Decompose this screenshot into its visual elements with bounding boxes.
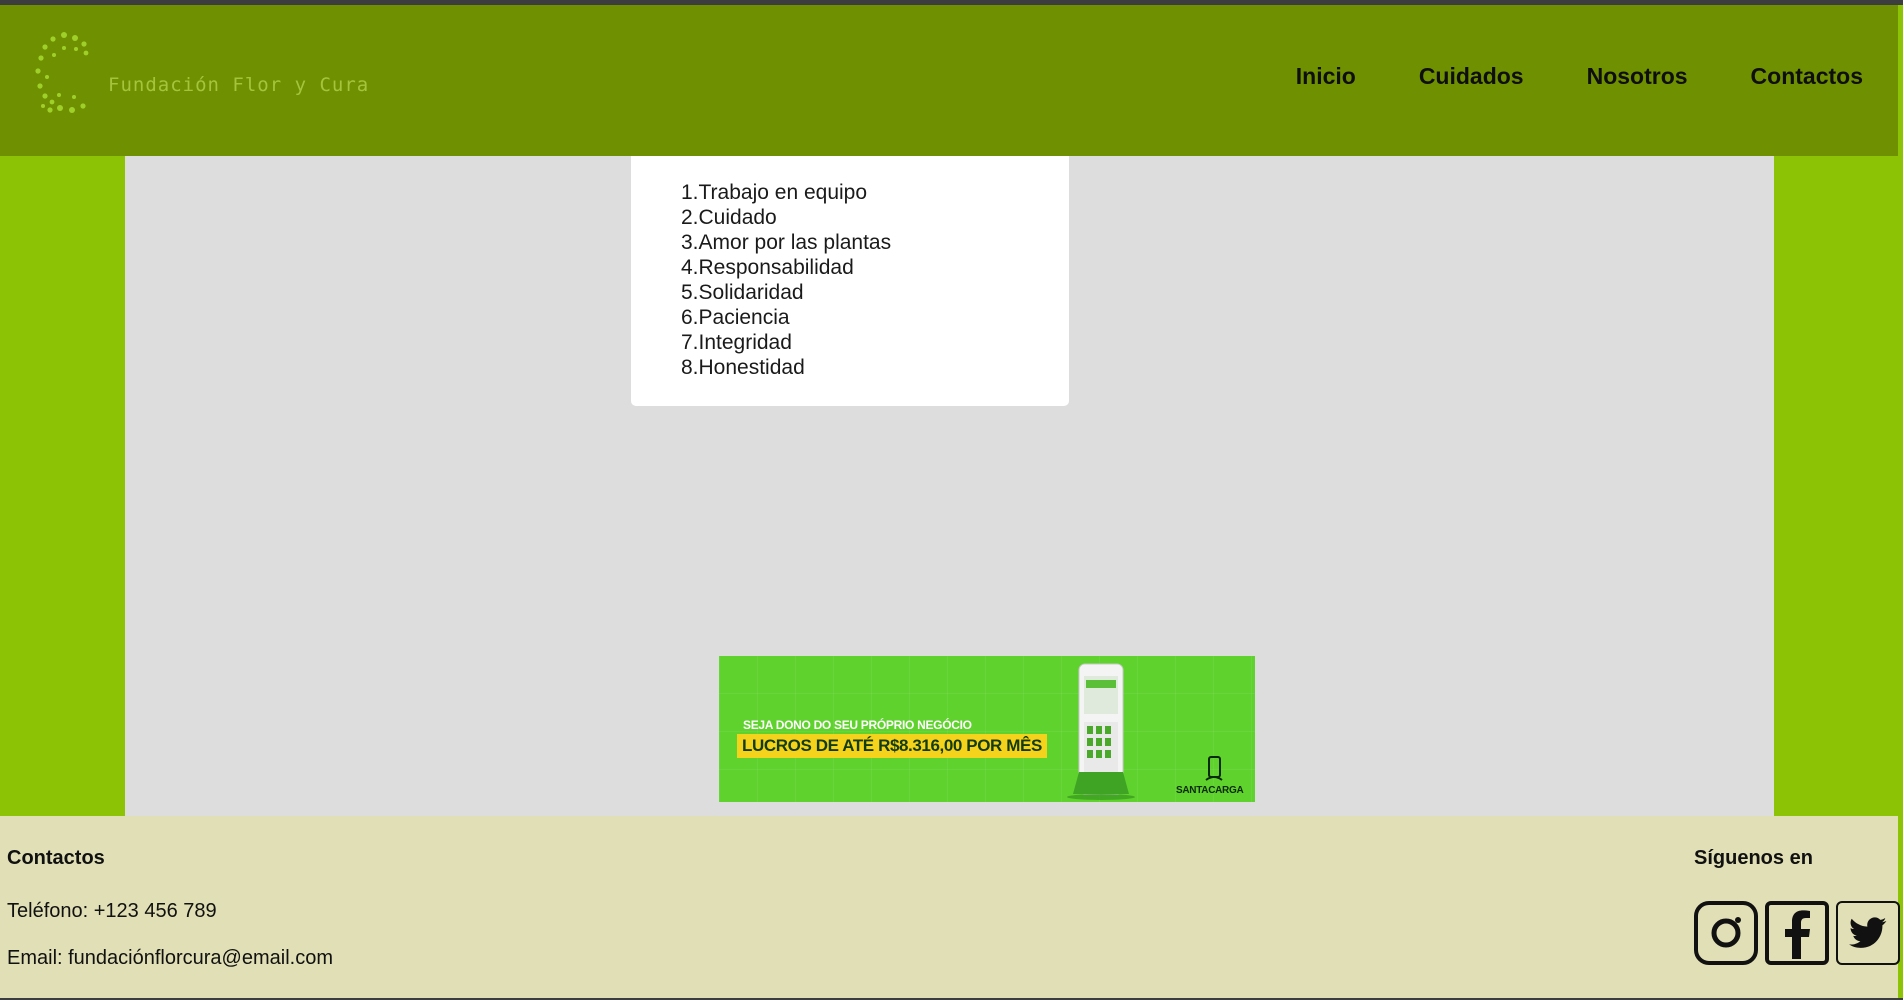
list-item: 8.Honestidad [681, 356, 805, 379]
nav-contactos[interactable]: Contactos [1751, 63, 1863, 90]
kiosk-icon [1067, 663, 1135, 800]
logo-dots-icon [35, 32, 89, 113]
twitter-icon[interactable] [1836, 901, 1900, 965]
list-item: 5.Solidaridad [681, 281, 804, 304]
ad-brand: SANTACARGA [1176, 785, 1244, 796]
ad-banner[interactable]: SEJA DONO DO SEU PRÓPRIO NEGÓCIO LUCROS … [719, 656, 1255, 802]
nav-inicio[interactable]: Inicio [1296, 63, 1356, 90]
ad-headline-big: LUCROS DE ATÉ R$8.316,00 POR MÊS [737, 734, 1047, 758]
site-header: Fundación Flor y Cura Inicio Cuidados No… [0, 5, 1898, 156]
social-title: Síguenos en [1694, 847, 1813, 869]
instagram-icon[interactable] [1694, 901, 1758, 965]
facebook-icon[interactable] [1765, 901, 1829, 965]
logo-text: Fundación Flor y Cura [108, 74, 370, 96]
social-section: Síguenos en [1694, 847, 1900, 965]
values-list: 1.Trabajo en equipo 2.Cuidado 3.Amor por… [631, 156, 1069, 380]
nav-cuidados[interactable]: Cuidados [1419, 63, 1524, 90]
right-border-strip [1898, 156, 1903, 816]
main-nav: Inicio Cuidados Nosotros Contactos [1296, 63, 1863, 90]
footer-contacts-title: Contactos [7, 847, 105, 869]
values-card: 1.Trabajo en equipo 2.Cuidado 3.Amor por… [631, 156, 1069, 406]
ad-headline-small: SEJA DONO DO SEU PRÓPRIO NEGÓCIO [743, 718, 972, 732]
list-item: 7.Integridad [681, 331, 792, 354]
site-logo[interactable]: Fundación Flor y Cura [34, 31, 368, 141]
list-item: 3.Amor por las plantas [681, 231, 892, 254]
list-item: 1.Trabajo en equipo [681, 181, 868, 204]
site-footer: Contactos Teléfono: +123 456 789 Email: … [0, 816, 1900, 998]
nav-nosotros[interactable]: Nosotros [1587, 63, 1688, 90]
main-content: 1.Trabajo en equipo 2.Cuidado 3.Amor por… [125, 156, 1774, 816]
phone-icon [1205, 756, 1223, 781]
email-text: Email: fundaciónflorcura@email.com [7, 947, 333, 969]
social-icons [1694, 901, 1900, 965]
footer-contacts: Contactos Teléfono: +123 456 789 Email: … [7, 847, 333, 969]
list-item: 6.Paciencia [681, 306, 790, 329]
list-item: 4.Responsabilidad [681, 256, 854, 279]
phone-text: Teléfono: +123 456 789 [7, 900, 217, 922]
list-item: 2.Cuidado [681, 206, 777, 229]
